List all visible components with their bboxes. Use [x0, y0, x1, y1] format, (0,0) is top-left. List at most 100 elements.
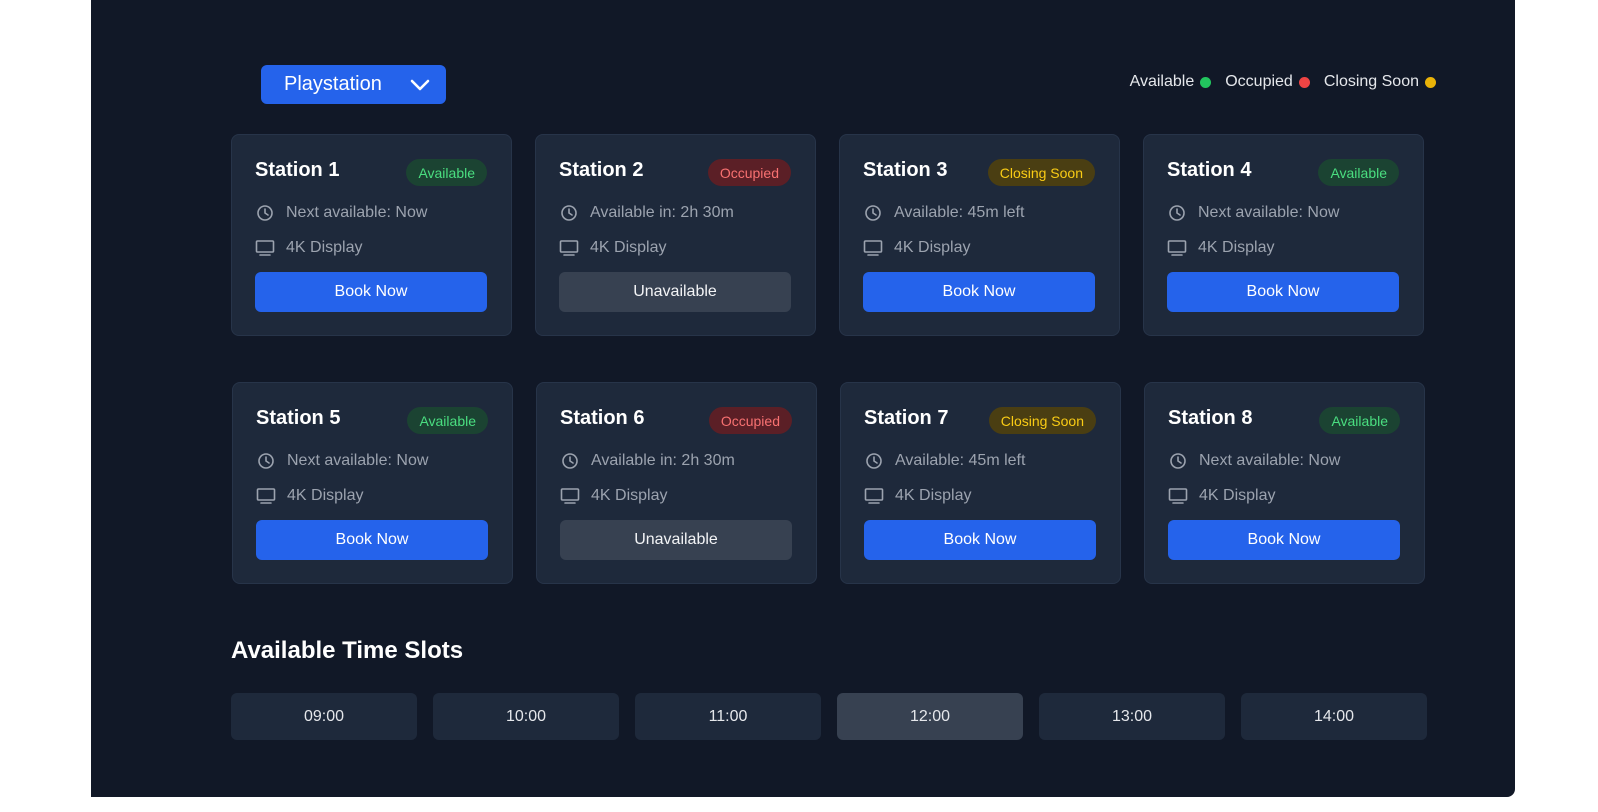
availability-text: Available: 45m left: [894, 204, 1025, 221]
availability-text: Available: 45m left: [895, 452, 1026, 469]
station-name: Station 1: [255, 159, 340, 181]
status-badge: Available: [1319, 407, 1400, 434]
clock-icon: [256, 451, 276, 471]
display-text: 4K Display: [287, 487, 364, 504]
status-badge: Occupied: [707, 159, 791, 186]
clock-icon: [1167, 203, 1187, 223]
book-now-button[interactable]: Book Now: [256, 520, 488, 560]
availability-row: Available in: 2h 30m: [560, 451, 735, 471]
station-card-3: Station 3 Closing Soon Available: 45m le…: [839, 134, 1120, 336]
station-card-6: Station 6 Occupied Available in: 2h 30m …: [536, 382, 817, 584]
availability-text: Next available: Now: [286, 204, 428, 221]
book-now-button[interactable]: Book Now: [863, 272, 1095, 312]
display-text: 4K Display: [286, 239, 363, 256]
display-row: 4K Display: [864, 486, 971, 506]
station-name: Station 3: [863, 159, 948, 181]
status-legend: Available Occupied Closing Soon: [1116, 73, 1436, 91]
display-row: 4K Display: [559, 238, 666, 258]
availability-text: Available in: 2h 30m: [591, 452, 735, 469]
legend-dot: [1200, 76, 1212, 88]
monitor-icon: [1168, 486, 1188, 506]
display-text: 4K Display: [895, 487, 972, 504]
station-name: Station 2: [559, 159, 644, 181]
legend-item-occupied: Occupied: [1225, 73, 1310, 91]
display-row: 4K Display: [560, 486, 667, 506]
display-text: 4K Display: [590, 239, 667, 256]
console-select[interactable]: Playstation: [261, 65, 446, 104]
monitor-icon: [255, 238, 275, 258]
book-now-button[interactable]: Book Now: [255, 272, 487, 312]
availability-text: Next available: Now: [1198, 204, 1340, 221]
legend-label: Occupied: [1225, 73, 1293, 90]
availability-row: Next available: Now: [255, 203, 427, 223]
display-text: 4K Display: [591, 487, 668, 504]
availability-row: Next available: Now: [1167, 203, 1339, 223]
monitor-icon: [864, 486, 884, 506]
availability-text: Available in: 2h 30m: [590, 204, 734, 221]
display-row: 4K Display: [255, 238, 362, 258]
time-slot-button[interactable]: 11:00: [635, 693, 821, 740]
time-slot-button[interactable]: 10:00: [433, 693, 619, 740]
status-badge: Available: [406, 159, 487, 186]
status-badge: Closing Soon: [987, 159, 1095, 186]
unavailable-button[interactable]: Unavailable: [560, 520, 792, 560]
monitor-icon: [559, 238, 579, 258]
availability-row: Available in: 2h 30m: [559, 203, 734, 223]
station-card-8: Station 8 Available Next available: Now …: [1144, 382, 1425, 584]
legend-dot: [1298, 76, 1310, 88]
availability-row: Next available: Now: [256, 451, 428, 471]
status-badge: Occupied: [708, 407, 792, 434]
availability-row: Next available: Now: [1168, 451, 1340, 471]
station-card-2: Station 2 Occupied Available in: 2h 30m …: [535, 134, 816, 336]
display-row: 4K Display: [256, 486, 363, 506]
console-select-value: Playstation: [284, 73, 382, 95]
book-now-button[interactable]: Book Now: [864, 520, 1096, 560]
clock-icon: [863, 203, 883, 223]
station-card-5: Station 5 Available Next available: Now …: [232, 382, 513, 584]
status-badge: Available: [407, 407, 488, 434]
display-row: 4K Display: [1168, 486, 1275, 506]
display-text: 4K Display: [1199, 487, 1276, 504]
display-text: 4K Display: [894, 239, 971, 256]
legend-label: Available: [1129, 73, 1195, 90]
book-now-button[interactable]: Book Now: [1168, 520, 1400, 560]
legend-dot: [1425, 76, 1436, 88]
station-name: Station 4: [1167, 159, 1252, 181]
monitor-icon: [560, 486, 580, 506]
station-card-1: Station 1 Available Next available: Now …: [231, 134, 512, 336]
monitor-icon: [863, 238, 883, 258]
monitor-icon: [256, 486, 276, 506]
clock-icon: [560, 451, 580, 471]
display-text: 4K Display: [1198, 239, 1275, 256]
time-slot-button[interactable]: 12:00: [837, 693, 1023, 740]
main-panel: Playstation Available Occupied Closing S…: [91, 0, 1515, 797]
time-slots-title: Available Time Slots: [231, 637, 464, 664]
availability-row: Available: 45m left: [863, 203, 1024, 223]
time-slot-button[interactable]: 14:00: [1241, 693, 1427, 740]
book-now-button[interactable]: Book Now: [1167, 272, 1399, 312]
display-row: 4K Display: [863, 238, 970, 258]
clock-icon: [559, 203, 579, 223]
monitor-icon: [1167, 238, 1187, 258]
time-slot-list: 09:00 10:00 11:00 12:00 13:00 14:00: [231, 693, 1427, 740]
clock-icon: [864, 451, 884, 471]
legend-label: Closing Soon: [1323, 73, 1419, 90]
legend-item-closing-soon: Closing Soon: [1324, 73, 1436, 91]
time-slot-button[interactable]: 09:00: [231, 693, 417, 740]
station-name: Station 8: [1168, 407, 1253, 429]
unavailable-button[interactable]: Unavailable: [559, 272, 791, 312]
availability-text: Next available: Now: [287, 452, 429, 469]
time-slot-button[interactable]: 13:00: [1039, 693, 1225, 740]
chevron-down-icon: [410, 79, 430, 91]
station-name: Station 5: [256, 407, 341, 429]
availability-text: Next available: Now: [1199, 452, 1341, 469]
display-row: 4K Display: [1167, 238, 1274, 258]
status-badge: Available: [1318, 159, 1399, 186]
availability-row: Available: 45m left: [864, 451, 1025, 471]
station-name: Station 7: [864, 407, 949, 429]
station-name: Station 6: [560, 407, 645, 429]
status-badge: Closing Soon: [988, 407, 1096, 434]
clock-icon: [255, 203, 275, 223]
clock-icon: [1168, 451, 1188, 471]
station-card-7: Station 7 Closing Soon Available: 45m le…: [840, 382, 1121, 584]
